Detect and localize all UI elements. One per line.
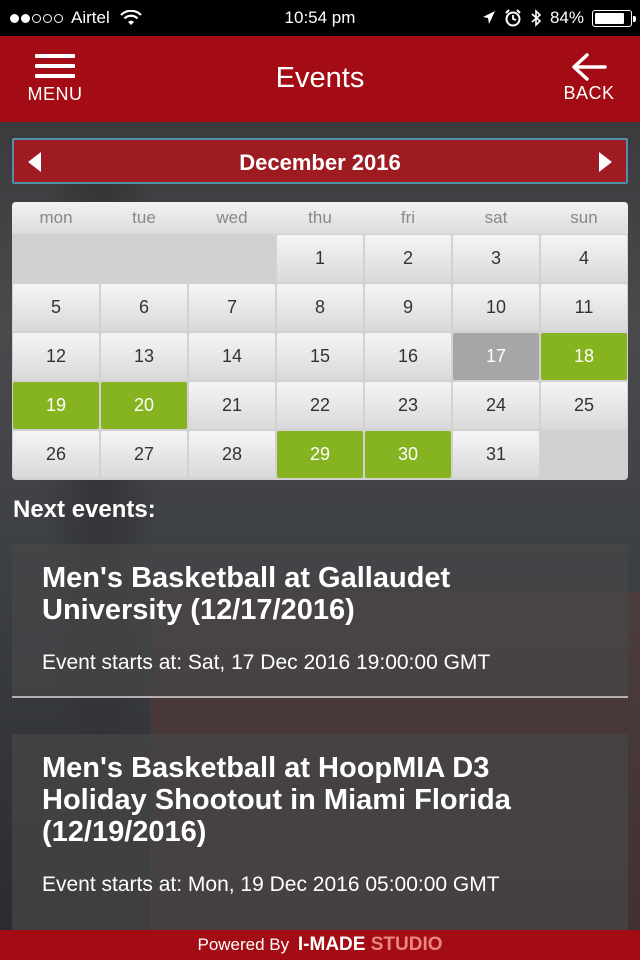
event-time: Event starts at: Sat, 17 Dec 2016 19:00:… [42,651,491,674]
event-card[interactable]: Men's Basketball at HoopMIA D3 Holiday S… [12,734,628,930]
footer: Powered By I-MADE STUDIO [0,930,640,960]
calendar-empty-cell [13,235,275,282]
back-button[interactable]: BACK [556,52,622,104]
calendar-day-18[interactable]: 18 [541,333,627,380]
calendar-day-29[interactable]: 29 [277,431,363,478]
back-label: BACK [563,83,615,103]
status-bar: Airtel 10:54 pm 84% [0,0,640,36]
calendar-day-9[interactable]: 9 [365,284,451,331]
calendar-day-10[interactable]: 10 [453,284,539,331]
calendar-day-23[interactable]: 23 [365,382,451,429]
event-time: Event starts at: Mon, 19 Dec 2016 05:00:… [42,873,500,896]
alarm-icon [505,9,521,27]
calendar-day-28[interactable]: 28 [189,431,275,478]
app-header: MENU Events BACK [0,36,640,122]
bluetooth-icon [531,9,542,27]
calendar-day-7[interactable]: 7 [189,284,275,331]
back-arrow-icon [572,53,607,81]
calendar-day-24[interactable]: 24 [453,382,539,429]
battery-percent: 84% [549,8,584,27]
calendar-day-6[interactable]: 6 [101,284,187,331]
calendar-day-12[interactable]: 12 [13,333,99,380]
next-month-icon[interactable] [599,152,612,172]
calendar-empty-cell [541,431,627,478]
calendar-day-5[interactable]: 5 [13,284,99,331]
weekday-label: sun [570,208,598,227]
weekday-header: mon tue wed thu fri sat sun [12,202,628,234]
event-title: Men's Basketball at HoopMIA D3 Holiday S… [42,752,511,848]
event-card[interactable]: Men's Basketball at Gallaudet University… [12,544,628,696]
calendar: mon tue wed thu fri sat sun 1 2 3 4 5 6 7 8 9 10 1… [12,202,628,480]
page-title: Events [275,62,365,94]
calendar-day-22[interactable]: 22 [277,382,363,429]
calendar-day-11[interactable]: 11 [541,284,627,331]
weekday-label: tue [132,208,156,227]
calendar-day-15[interactable]: 15 [277,333,363,380]
weekday-label: sat [484,208,508,227]
calendar-day-21[interactable]: 21 [189,382,275,429]
calendar-day-27[interactable]: 27 [101,431,187,478]
calendar-grid: 1 2 3 4 5 6 7 8 9 10 11 12 13 14 15 16 17 18 19 20 21 22 23 24 2… [12,234,628,480]
event-title: Men's Basketball at Gallaudet University… [42,562,451,626]
content-area: December 2016 mon tue wed thu fri sat su… [0,122,640,930]
calendar-day-8[interactable]: 8 [277,284,363,331]
calendar-day-4[interactable]: 4 [541,235,627,282]
calendar-day-17[interactable]: 17 [453,333,539,380]
calendar-day-30[interactable]: 30 [365,431,451,478]
calendar-day-25[interactable]: 25 [541,382,627,429]
calendar-day-13[interactable]: 13 [101,333,187,380]
weekday-label: wed [216,208,248,227]
calendar-day-26[interactable]: 26 [13,431,99,478]
weekday-label: fri [400,208,416,227]
battery-fill [595,12,624,24]
weekday-label: thu [308,208,332,227]
calendar-day-16[interactable]: 16 [365,333,451,380]
brand-logo: I-MADE STUDIO [297,934,443,955]
calendar-day-19[interactable]: 19 [13,382,99,429]
weekday-label: mon [39,208,73,227]
powered-by-label: Powered By [197,935,290,954]
location-icon [482,11,495,24]
calendar-day-3[interactable]: 3 [453,235,539,282]
calendar-day-20[interactable]: 20 [101,382,187,429]
calendar-day-31[interactable]: 31 [453,431,539,478]
calendar-day-14[interactable]: 14 [189,333,275,380]
calendar-day-1[interactable]: 1 [277,235,363,282]
calendar-day-2[interactable]: 2 [365,235,451,282]
status-right: 84% [482,8,636,28]
month-title: December 2016 [239,150,401,175]
month-navigator: December 2016 [12,138,628,184]
battery-icon [592,9,636,27]
next-events-heading: Next events: [13,496,156,523]
